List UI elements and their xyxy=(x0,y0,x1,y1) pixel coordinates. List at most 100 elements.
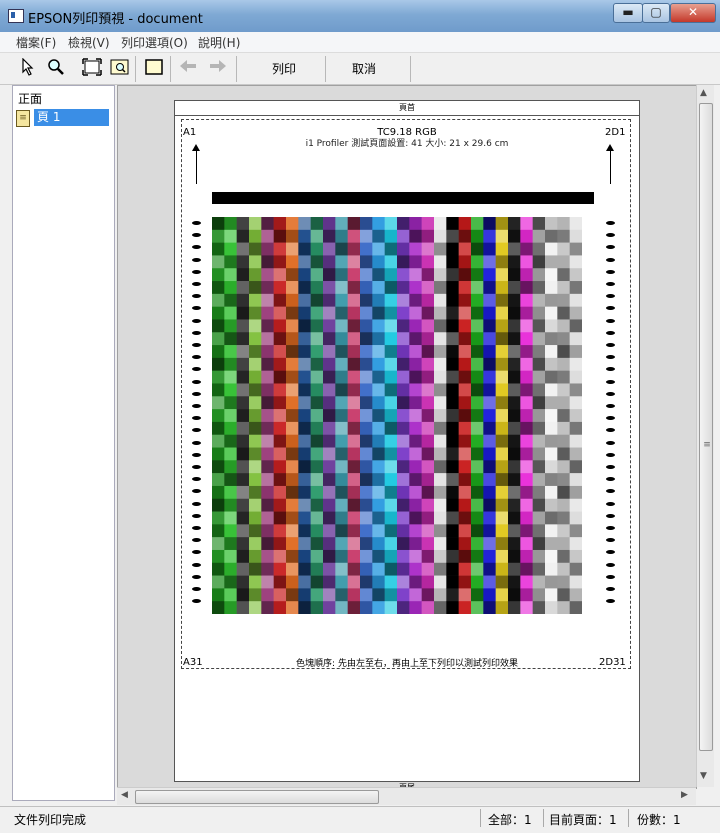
title-bar[interactable]: EPSON列印預視 - document ▬ ▢ ✕ xyxy=(0,0,720,33)
color-patch xyxy=(261,537,274,551)
horizontal-scroll-thumb[interactable] xyxy=(135,790,379,804)
color-patch xyxy=(286,229,299,243)
back-arrow-icon[interactable] xyxy=(178,58,198,78)
color-patch xyxy=(347,434,361,448)
color-patch xyxy=(298,306,311,320)
color-patch xyxy=(471,485,484,500)
color-patch xyxy=(224,524,237,538)
color-patch xyxy=(310,511,324,525)
zoom-icon[interactable] xyxy=(46,58,66,78)
color-patch xyxy=(421,473,435,487)
scroll-down-icon[interactable]: ▼ xyxy=(700,771,707,781)
color-patch xyxy=(310,498,324,512)
color-patch xyxy=(545,409,558,423)
color-patch xyxy=(545,601,558,614)
color-patch xyxy=(532,421,546,436)
color-patch xyxy=(458,370,472,384)
color-patch xyxy=(384,460,398,474)
color-patch xyxy=(471,319,484,333)
color-patch xyxy=(520,473,533,487)
color-patch xyxy=(483,306,496,320)
color-patch xyxy=(434,332,447,346)
color-patch xyxy=(397,588,410,602)
color-patch xyxy=(347,498,361,512)
color-patch xyxy=(310,306,324,320)
color-patch xyxy=(458,498,472,512)
color-patch xyxy=(224,421,237,436)
color-patch xyxy=(434,409,447,423)
registration-mark xyxy=(606,440,615,445)
color-patch xyxy=(323,229,336,243)
menu-help[interactable]: 說明(H) xyxy=(198,34,240,51)
color-patch xyxy=(532,549,546,564)
page-list-item[interactable]: ≡ 頁 1 xyxy=(15,109,111,127)
color-patch xyxy=(508,268,521,282)
cancel-button[interactable]: 取消 xyxy=(352,60,376,77)
color-patch xyxy=(520,357,533,371)
color-patch xyxy=(335,229,348,243)
color-patch xyxy=(310,524,324,538)
color-patch xyxy=(458,345,472,359)
color-patch xyxy=(409,268,422,282)
menu-view[interactable]: 檢視(V) xyxy=(68,34,110,51)
color-patch xyxy=(545,332,558,346)
menu-file[interactable]: 檔案(F) xyxy=(16,34,56,51)
color-patch xyxy=(508,588,521,602)
color-patch xyxy=(434,473,447,487)
color-patch xyxy=(298,409,311,423)
color-patch xyxy=(249,485,262,500)
color-patch xyxy=(569,383,582,397)
color-patch xyxy=(421,319,435,333)
color-patch xyxy=(323,601,336,614)
color-patch xyxy=(397,255,410,269)
horizontal-scrollbar[interactable]: ◀ ▶ xyxy=(117,787,696,805)
color-patch xyxy=(298,485,311,500)
color-patch xyxy=(310,255,324,269)
color-patch xyxy=(335,498,348,512)
pointer-icon[interactable] xyxy=(18,57,38,78)
color-patch xyxy=(409,485,422,500)
color-patch xyxy=(458,601,472,614)
registration-mark xyxy=(606,562,615,567)
color-patch xyxy=(471,345,484,359)
color-patch xyxy=(273,396,287,410)
color-patch xyxy=(557,370,570,384)
color-patch xyxy=(483,588,496,602)
color-patch xyxy=(545,434,558,448)
vertical-scroll-thumb[interactable]: ≡ xyxy=(699,103,713,751)
close-button[interactable]: ✕ xyxy=(670,3,716,23)
color-patch xyxy=(384,345,398,359)
color-patch xyxy=(212,255,225,269)
scroll-right-icon[interactable]: ▶ xyxy=(681,790,688,800)
scroll-up-icon[interactable]: ▲ xyxy=(700,88,707,98)
color-patch xyxy=(323,434,336,448)
print-button[interactable]: 列印 xyxy=(272,60,296,77)
scroll-left-icon[interactable]: ◀ xyxy=(121,790,128,800)
registration-mark xyxy=(606,391,615,396)
menu-print-options[interactable]: 列印選項(O) xyxy=(121,34,188,51)
color-patch xyxy=(273,588,287,602)
registration-mark xyxy=(606,306,615,311)
color-patch xyxy=(236,306,250,320)
status-current-page: 目前頁面：1 xyxy=(549,813,617,827)
zoom-page-icon[interactable] xyxy=(110,58,130,78)
color-patch xyxy=(335,485,348,500)
color-patch xyxy=(532,383,546,397)
vertical-scrollbar[interactable]: ▲ ≡ ▼ xyxy=(696,85,714,787)
color-patch xyxy=(569,345,582,359)
page-frame-icon[interactable] xyxy=(144,58,164,78)
color-patch xyxy=(347,306,361,320)
color-patch xyxy=(249,409,262,423)
minimize-button[interactable]: ▬ xyxy=(613,3,643,23)
fit-page-icon[interactable] xyxy=(82,58,102,78)
color-patch xyxy=(372,217,385,231)
color-patch xyxy=(446,485,459,500)
maximize-button[interactable]: ▢ xyxy=(642,3,670,23)
color-patch xyxy=(397,357,410,371)
color-patch xyxy=(557,345,570,359)
color-patch xyxy=(236,447,250,461)
forward-arrow-icon[interactable] xyxy=(208,58,228,78)
color-patch xyxy=(347,242,361,256)
color-patch xyxy=(545,524,558,538)
color-patch xyxy=(335,562,348,576)
